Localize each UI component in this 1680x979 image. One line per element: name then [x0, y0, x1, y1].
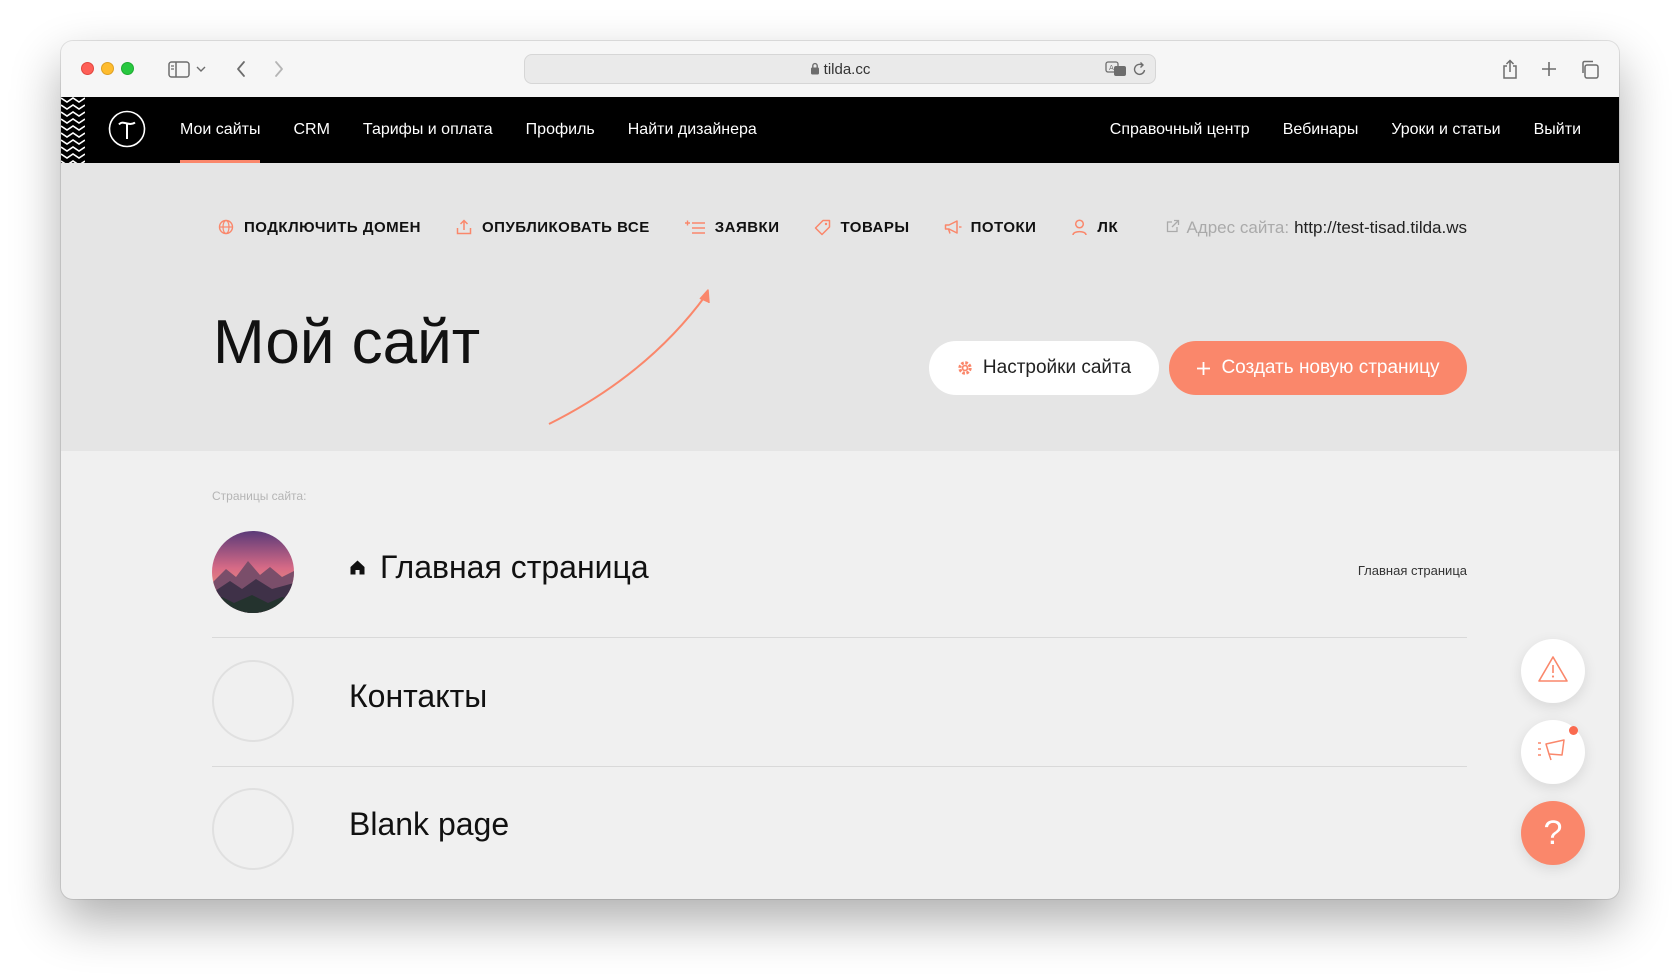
warning-button[interactable]: [1521, 639, 1585, 703]
address-url: tilda.cc: [823, 61, 871, 78]
page-name-blank[interactable]: Blank page: [349, 806, 509, 843]
page-title-home: Главная страница: [380, 549, 649, 585]
home-icon: [349, 559, 366, 576]
globe-icon: [216, 217, 236, 237]
address-bar[interactable]: tilda.cc A: [524, 54, 1156, 84]
announcement-icon: [1536, 737, 1570, 768]
site-address-link[interactable]: http://test-tisad.tilda.ws: [1294, 218, 1467, 238]
lock-icon: [810, 62, 820, 79]
connect-domain-label: ПОДКЛЮЧИТЬ ДОМЕН: [244, 218, 422, 236]
browser-toolbar: tilda.cc A: [61, 41, 1619, 98]
page-row-home[interactable]: Главная страница Главная страница: [212, 509, 1467, 638]
page-thumbnail-empty: [212, 660, 294, 742]
nav-profile[interactable]: Профиль: [526, 97, 595, 163]
annotation-arrow: [548, 289, 710, 425]
zoom-window-button[interactable]: [121, 62, 134, 75]
page-row-contacts[interactable]: Контакты: [212, 638, 1467, 767]
tilda-logo[interactable]: [108, 110, 146, 148]
gear-icon: [957, 360, 973, 376]
create-page-label: Создать новую страницу: [1221, 357, 1440, 378]
site-address-label: Адрес сайта:: [1186, 218, 1290, 237]
svg-text:A: A: [1109, 64, 1114, 72]
nav-my-sites[interactable]: Мои сайты: [180, 97, 261, 163]
sidebar-icon[interactable]: [167, 57, 191, 81]
page-title-contacts: Контакты: [349, 678, 488, 714]
user-icon: [1069, 217, 1089, 237]
new-tab-icon[interactable]: [1538, 57, 1560, 81]
connect-domain-button[interactable]: ПОДКЛЮЧИТЬ ДОМЕН: [216, 217, 421, 237]
page-name-contacts[interactable]: Контакты: [349, 678, 487, 715]
megaphone-icon: [943, 217, 963, 237]
announcements-button[interactable]: [1521, 720, 1585, 784]
nav-logout[interactable]: Выйти: [1534, 97, 1581, 163]
page-title-blank: Blank page: [349, 806, 510, 842]
nav-webinars[interactable]: Вебинары: [1283, 97, 1359, 163]
chevron-down-icon[interactable]: [195, 57, 207, 81]
site-settings-label: Настройки сайта: [982, 357, 1132, 378]
streams-button[interactable]: ПОТОКИ: [943, 217, 1037, 237]
warning-icon: [1537, 655, 1569, 688]
project-title: Мой сайт: [213, 308, 481, 377]
help-button[interactable]: ?: [1521, 801, 1585, 865]
nav-help-center[interactable]: Справочный центр: [1110, 97, 1250, 163]
page-thumbnail: [212, 531, 294, 613]
forward-icon[interactable]: [269, 57, 289, 81]
nav-plans[interactable]: Тарифы и оплата: [363, 97, 493, 163]
site-address: Адрес сайта: http://test-tisad.tilda.ws: [1166, 218, 1467, 238]
create-page-button[interactable]: Создать новую страницу: [1169, 341, 1467, 395]
tabs-overview-icon[interactable]: [1578, 57, 1600, 81]
back-icon[interactable]: [231, 57, 251, 81]
products-button[interactable]: ТОВАРЫ: [813, 217, 910, 237]
page-name-home[interactable]: Главная страница: [349, 549, 649, 586]
list-plus-icon: [683, 217, 707, 237]
reload-icon[interactable]: [1133, 61, 1147, 82]
streams-label: ПОТОКИ: [970, 218, 1037, 236]
personal-account-label: ЛК: [1097, 218, 1119, 236]
browser-window: tilda.cc A Мои сайты CRM Тарифы и оплата…: [61, 41, 1619, 899]
plus-icon: [1196, 361, 1211, 376]
translate-icon[interactable]: A: [1105, 61, 1127, 82]
top-navigation: Мои сайты CRM Тарифы и оплата Профиль На…: [61, 97, 1619, 163]
project-actions: ПОДКЛЮЧИТЬ ДОМЕН ОПУБЛИКОВАТЬ ВСЕ ЗАЯВКИ…: [216, 217, 1151, 237]
minimize-window-button[interactable]: [101, 62, 114, 75]
close-window-button[interactable]: [81, 62, 94, 75]
help-icon: ?: [1543, 813, 1563, 852]
products-label: ТОВАРЫ: [840, 218, 910, 236]
project-header: ПОДКЛЮЧИТЬ ДОМЕН ОПУБЛИКОВАТЬ ВСЕ ЗАЯВКИ…: [61, 163, 1619, 451]
nav-crm[interactable]: CRM: [293, 97, 329, 163]
tag-icon: [813, 217, 833, 237]
nav-find-designer[interactable]: Найти дизайнера: [628, 97, 757, 163]
nav-right: Справочный центр Вебинары Уроки и статьи…: [1077, 97, 1581, 163]
pages-label: Страницы сайта:: [212, 489, 307, 503]
leads-button[interactable]: ЗАЯВКИ: [683, 217, 780, 237]
external-link-icon: [1166, 218, 1180, 238]
publish-all-label: ОПУБЛИКОВАТЬ ВСЕ: [482, 218, 650, 236]
notification-dot: [1569, 726, 1578, 735]
publish-all-button[interactable]: ОПУБЛИКОВАТЬ ВСЕ: [454, 217, 650, 237]
nav-lessons[interactable]: Уроки и статьи: [1391, 97, 1500, 163]
personal-account-button[interactable]: ЛК: [1069, 217, 1118, 237]
page-thumbnail-empty: [212, 788, 294, 870]
leads-label: ЗАЯВКИ: [714, 218, 780, 236]
home-page-badge: Главная страница: [1357, 563, 1467, 578]
zigzag-decoration: [61, 97, 85, 163]
share-icon[interactable]: [1499, 57, 1521, 81]
upload-icon: [454, 217, 474, 237]
page-row-blank[interactable]: Blank page: [212, 766, 1467, 894]
site-settings-button[interactable]: Настройки сайта: [929, 341, 1159, 395]
nav-left: Мои сайты CRM Тарифы и оплата Профиль На…: [180, 97, 790, 163]
